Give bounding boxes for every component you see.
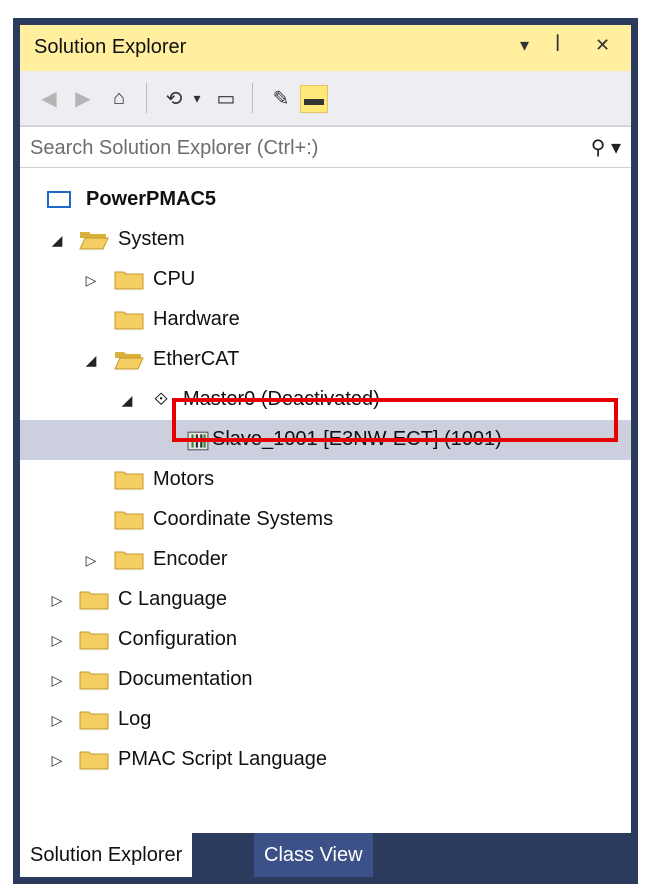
tree-item-label: Encoder — [153, 548, 228, 570]
tree-item-cpu[interactable]: ▷ CPU — [20, 260, 631, 300]
expanded-arrow-icon[interactable]: ◢ — [84, 352, 98, 369]
tree-item-root[interactable]: PowerPMAC5 — [20, 180, 631, 220]
collapsed-arrow-icon[interactable]: ▷ — [50, 592, 64, 609]
bottom-tabs: Solution Explorer Class View — [20, 833, 631, 877]
toolbar-separator — [252, 83, 253, 113]
highlight-box — [172, 398, 618, 442]
collapsed-arrow-icon[interactable]: ▷ — [50, 712, 64, 729]
folder-icon — [79, 751, 109, 770]
pin-icon[interactable]: ꟾ — [555, 35, 560, 56]
collapsed-arrow-icon[interactable]: ▷ — [84, 552, 98, 569]
folder-icon — [79, 671, 109, 690]
title-bar[interactable]: Solution Explorer ▾ ꟾ ✕ — [20, 25, 631, 71]
folder-icon — [114, 551, 144, 570]
solution-icon — [47, 191, 71, 208]
collapsed-arrow-icon[interactable]: ▷ — [84, 272, 98, 289]
folder-icon — [79, 591, 109, 610]
collapsed-arrow-icon[interactable]: ▷ — [50, 752, 64, 769]
home-icon[interactable]: ⌂ — [106, 85, 132, 111]
chevron-down-icon[interactable]: ▾ — [184, 85, 210, 111]
tree-item-log[interactable]: ▷ Log — [20, 700, 631, 740]
folder-open-icon — [114, 352, 144, 370]
forward-icon[interactable]: ▶ — [70, 85, 96, 111]
expanded-arrow-icon[interactable]: ◢ — [120, 392, 134, 409]
folder-icon — [114, 311, 144, 330]
tree-item-label: System — [118, 228, 185, 250]
tree-item-coordinate-systems[interactable]: Coordinate Systems — [20, 500, 631, 540]
tab-solution-explorer[interactable]: Solution Explorer — [20, 833, 193, 877]
tree-item-c-language[interactable]: ▷ C Language — [20, 580, 631, 620]
ethercat-master-icon: ⟐ — [154, 389, 169, 409]
tree-item-label: C Language — [118, 588, 227, 610]
tree-item-label: EtherCAT — [153, 348, 240, 370]
tree-item-motors[interactable]: Motors — [20, 460, 631, 500]
tree-item-label: PowerPMAC5 — [86, 188, 217, 210]
tree-item-documentation[interactable]: ▷ Documentation — [20, 660, 631, 700]
folder-icon — [79, 631, 109, 650]
panel-title: Solution Explorer — [34, 36, 187, 58]
folder-icon — [79, 711, 109, 730]
tree-item-system[interactable]: ◢ System — [20, 220, 631, 260]
folder-icon — [114, 511, 144, 530]
tree-item-label: Hardware — [153, 308, 240, 330]
search-input[interactable] — [28, 127, 552, 169]
collapsed-arrow-icon[interactable]: ▷ — [50, 632, 64, 649]
close-icon[interactable]: ✕ — [595, 35, 610, 56]
tree-item-label: Coordinate Systems — [153, 508, 334, 530]
tree-item-label: PMAC Script Language — [118, 748, 328, 770]
tree-item-label: CPU — [153, 268, 196, 290]
search-box: ⚲ ▾ — [20, 126, 631, 169]
tab-class-view[interactable]: Class View — [254, 833, 373, 877]
tree-item-label: Motors — [153, 468, 215, 490]
toolbar-separator — [146, 83, 147, 113]
folder-icon — [114, 271, 144, 290]
tree-item-label: Configuration — [118, 628, 237, 650]
tree-item-label: Log — [118, 708, 152, 730]
toolbar: ◀ ▶ ⌂ ⟲ ▾ ▭ ✎ ▬ — [20, 71, 631, 126]
back-icon[interactable]: ◀ — [36, 85, 62, 111]
dropdown-arrow-icon[interactable]: ▾ — [520, 35, 529, 56]
collapsed-arrow-icon[interactable]: ▷ — [50, 672, 64, 689]
folder-icon — [114, 471, 144, 490]
preview-selected-icon[interactable]: ▬ — [300, 85, 328, 113]
wrench-icon[interactable]: ✎ — [268, 85, 294, 111]
tree-item-pmac-script-language[interactable]: ▷ PMAC Script Language — [20, 740, 631, 780]
folder-open-icon — [79, 232, 109, 250]
search-icon[interactable]: ⚲ ▾ — [591, 135, 621, 160]
tree-item-label: Documentation — [118, 668, 253, 690]
tree-item-configuration[interactable]: ▷ Configuration — [20, 620, 631, 660]
tree-item-hardware[interactable]: Hardware — [20, 300, 631, 340]
tree-item-encoder[interactable]: ▷ Encoder — [20, 540, 631, 580]
expanded-arrow-icon[interactable]: ◢ — [50, 232, 64, 249]
tree-item-ethercat[interactable]: ◢ EtherCAT — [20, 340, 631, 380]
collapse-all-icon[interactable]: ▭ — [213, 85, 239, 111]
solution-explorer-window: Solution Explorer ▾ ꟾ ✕ ◀ ▶ ⌂ ⟲ ▾ ▭ ✎ ▬ … — [13, 18, 638, 884]
